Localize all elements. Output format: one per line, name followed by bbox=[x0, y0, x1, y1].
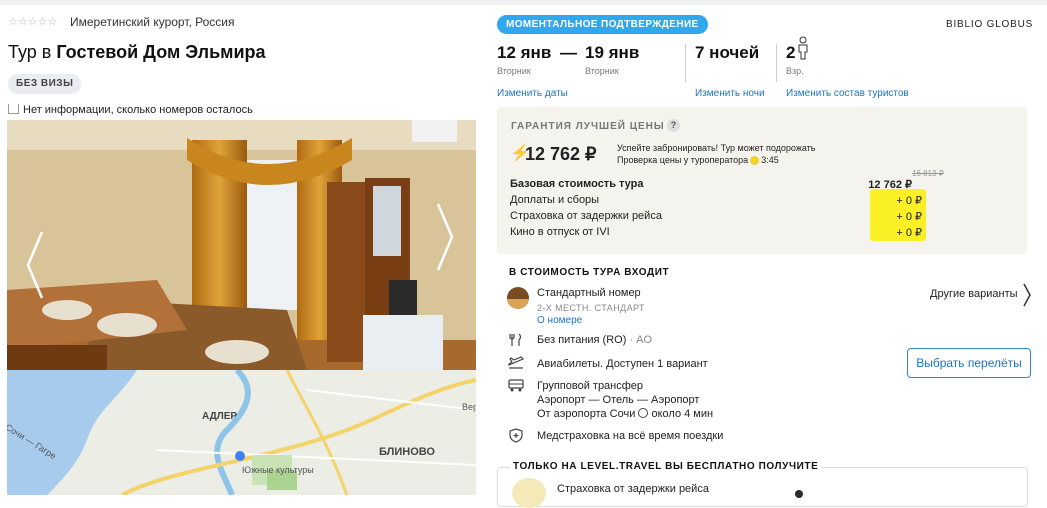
fees-label: Доплаты и сборы bbox=[510, 194, 600, 206]
base-cost-value: 12 762 ₽ bbox=[868, 179, 912, 191]
hint-line-1: Успейте забронировать! Тур может подорож… bbox=[617, 143, 816, 153]
free-bonuses-title: ТОЛЬКО НА LEVEL.TRAVEL ВЫ БЕСПЛАТНО ПОЛУ… bbox=[510, 461, 822, 472]
bus-icon bbox=[508, 379, 524, 392]
change-dates-link[interactable]: Изменить даты bbox=[497, 88, 568, 99]
transfer-from: От аэропорта Сочи bbox=[537, 408, 636, 420]
price-hint: Успейте забронировать! Тур может подорож… bbox=[617, 142, 815, 166]
hint-line-2: Проверка цены у туроператора bbox=[617, 155, 749, 165]
date-dash: — bbox=[560, 43, 577, 62]
flights-info: Авиабилеты. Доступен 1 вариант bbox=[537, 358, 708, 370]
price-guarantee-panel: ГАРАНТИЯ ЛУЧШЕЙ ЦЕНЫ ? ⚡ 12 762 ₽ Успейт… bbox=[497, 107, 1027, 254]
room-photo-illustration bbox=[7, 120, 476, 370]
free-bonuses-box: ТОЛЬКО НА LEVEL.TRAVEL ВЫ БЕСПЛАТНО ПОЛУ… bbox=[497, 461, 1028, 508]
tour-operator: BIBLIO GLOBUS bbox=[946, 19, 1034, 30]
about-room-link[interactable]: О номере bbox=[537, 315, 582, 326]
rating-stars: ☆☆☆☆☆ bbox=[8, 16, 58, 28]
fees-value: + 0 ₽ bbox=[896, 195, 922, 207]
room-type: 2-Х МЕСТН. СТАНДАРТ bbox=[537, 303, 645, 313]
free-bonus-item: Страховка от задержки рейса bbox=[557, 483, 709, 495]
room-name: Стандартный номер bbox=[537, 287, 641, 299]
total-price: 12 762 ₽ bbox=[525, 144, 597, 164]
base-cost-label: Базовая стоимость тура bbox=[510, 178, 644, 190]
next-photo-arrow-icon[interactable] bbox=[435, 202, 455, 272]
nights-count: 7 ночей bbox=[695, 43, 760, 62]
page-title: Тур в Гостевой Дом Эльмира bbox=[8, 42, 266, 63]
map-label-blinovo: БЛИНОВО bbox=[379, 446, 435, 458]
delay-insurance-value: + 0 ₽ bbox=[896, 211, 922, 223]
title-prefix: Тур в bbox=[8, 42, 52, 62]
cutlery-icon bbox=[509, 333, 522, 346]
ivi-value: + 0 ₽ bbox=[896, 227, 922, 239]
map-label-adler: АДЛЕР bbox=[202, 411, 238, 422]
top-divider bbox=[0, 0, 1047, 5]
other-options-link[interactable]: Другие варианты bbox=[930, 288, 1018, 300]
date-from: 12 янв bbox=[497, 43, 552, 62]
select-flights-button[interactable]: Выбрать перелёты bbox=[907, 348, 1031, 378]
included-title: В СТОИМОСТЬ ТУРА ВХОДИТ bbox=[509, 267, 670, 278]
guarantee-label: ГАРАНТИЯ ЛУЧШЕЙ ЦЕНЫ bbox=[511, 121, 665, 132]
rooms-info-text: Нет информации, сколько номеров осталось bbox=[23, 104, 253, 116]
transfer-time: около 4 мин bbox=[651, 408, 714, 420]
house-icon bbox=[8, 104, 19, 114]
medical-insurance: Медстраховка на всё время поездки bbox=[537, 430, 724, 442]
room-thumbnail bbox=[507, 287, 529, 309]
ivi-label: Кино в отпуск от IVI bbox=[510, 226, 610, 238]
tourists-label: Взр. bbox=[786, 66, 804, 76]
tourists-count: 2 bbox=[786, 43, 796, 62]
prev-photo-arrow-icon[interactable] bbox=[25, 230, 45, 300]
hotel-name: Гостевой Дом Эльмира bbox=[56, 42, 266, 62]
change-tourists-link[interactable]: Изменить состав туристов bbox=[786, 88, 909, 99]
info-dot-icon bbox=[795, 490, 803, 498]
instant-confirmation-badge: МОМЕНТАЛЬНОЕ ПОДТВЕРЖДЕНИЕ bbox=[497, 15, 708, 34]
rooms-availability: Нет информации, сколько номеров осталось bbox=[8, 103, 253, 116]
meal-name: Без питания (RO) bbox=[537, 334, 627, 346]
hotel-photo[interactable] bbox=[7, 120, 476, 370]
meal-plan: Без питания (RO) · AO bbox=[537, 334, 652, 346]
help-icon[interactable]: ? bbox=[667, 119, 680, 132]
hotel-map[interactable]: АДЛЕР БЛИНОВО Сочи — Гагре Южные культур… bbox=[7, 370, 476, 495]
transfer-title: Групповой трансфер bbox=[537, 380, 644, 392]
day-from: Вторник bbox=[497, 66, 531, 76]
change-nights-link[interactable]: Изменить ночи bbox=[695, 88, 765, 99]
divider bbox=[685, 44, 686, 82]
airplane-icon bbox=[508, 356, 524, 369]
hotel-location: Имеретинский курорт, Россия bbox=[70, 15, 235, 29]
day-to: Вторник bbox=[585, 66, 619, 76]
timer-icon bbox=[750, 156, 760, 166]
countdown-timer: 3:45 bbox=[761, 155, 779, 165]
chevron-right-icon[interactable] bbox=[1022, 282, 1032, 308]
transfer-route: Аэропорт — Отель — Аэропорт bbox=[537, 394, 700, 406]
visa-badge: БЕЗ ВИЗЫ bbox=[8, 74, 82, 94]
divider bbox=[776, 44, 777, 82]
old-price: 16 813 ₽ bbox=[912, 169, 944, 178]
transfer-duration: От аэропорта Сочи около 4 мин bbox=[537, 408, 713, 420]
clock-icon bbox=[638, 408, 649, 418]
date-to: 19 янв bbox=[585, 43, 640, 62]
delay-insurance-label: Страховка от задержки рейса bbox=[510, 210, 662, 222]
bonus-badge-icon bbox=[512, 478, 546, 508]
shield-cross-icon bbox=[509, 428, 523, 443]
map-label-edge: Вер bbox=[462, 402, 476, 412]
map-label-park: Южные культуры bbox=[242, 465, 314, 475]
map-illustration bbox=[7, 370, 476, 495]
adult-person-icon bbox=[798, 36, 808, 60]
meal-code: · AO bbox=[629, 334, 653, 346]
